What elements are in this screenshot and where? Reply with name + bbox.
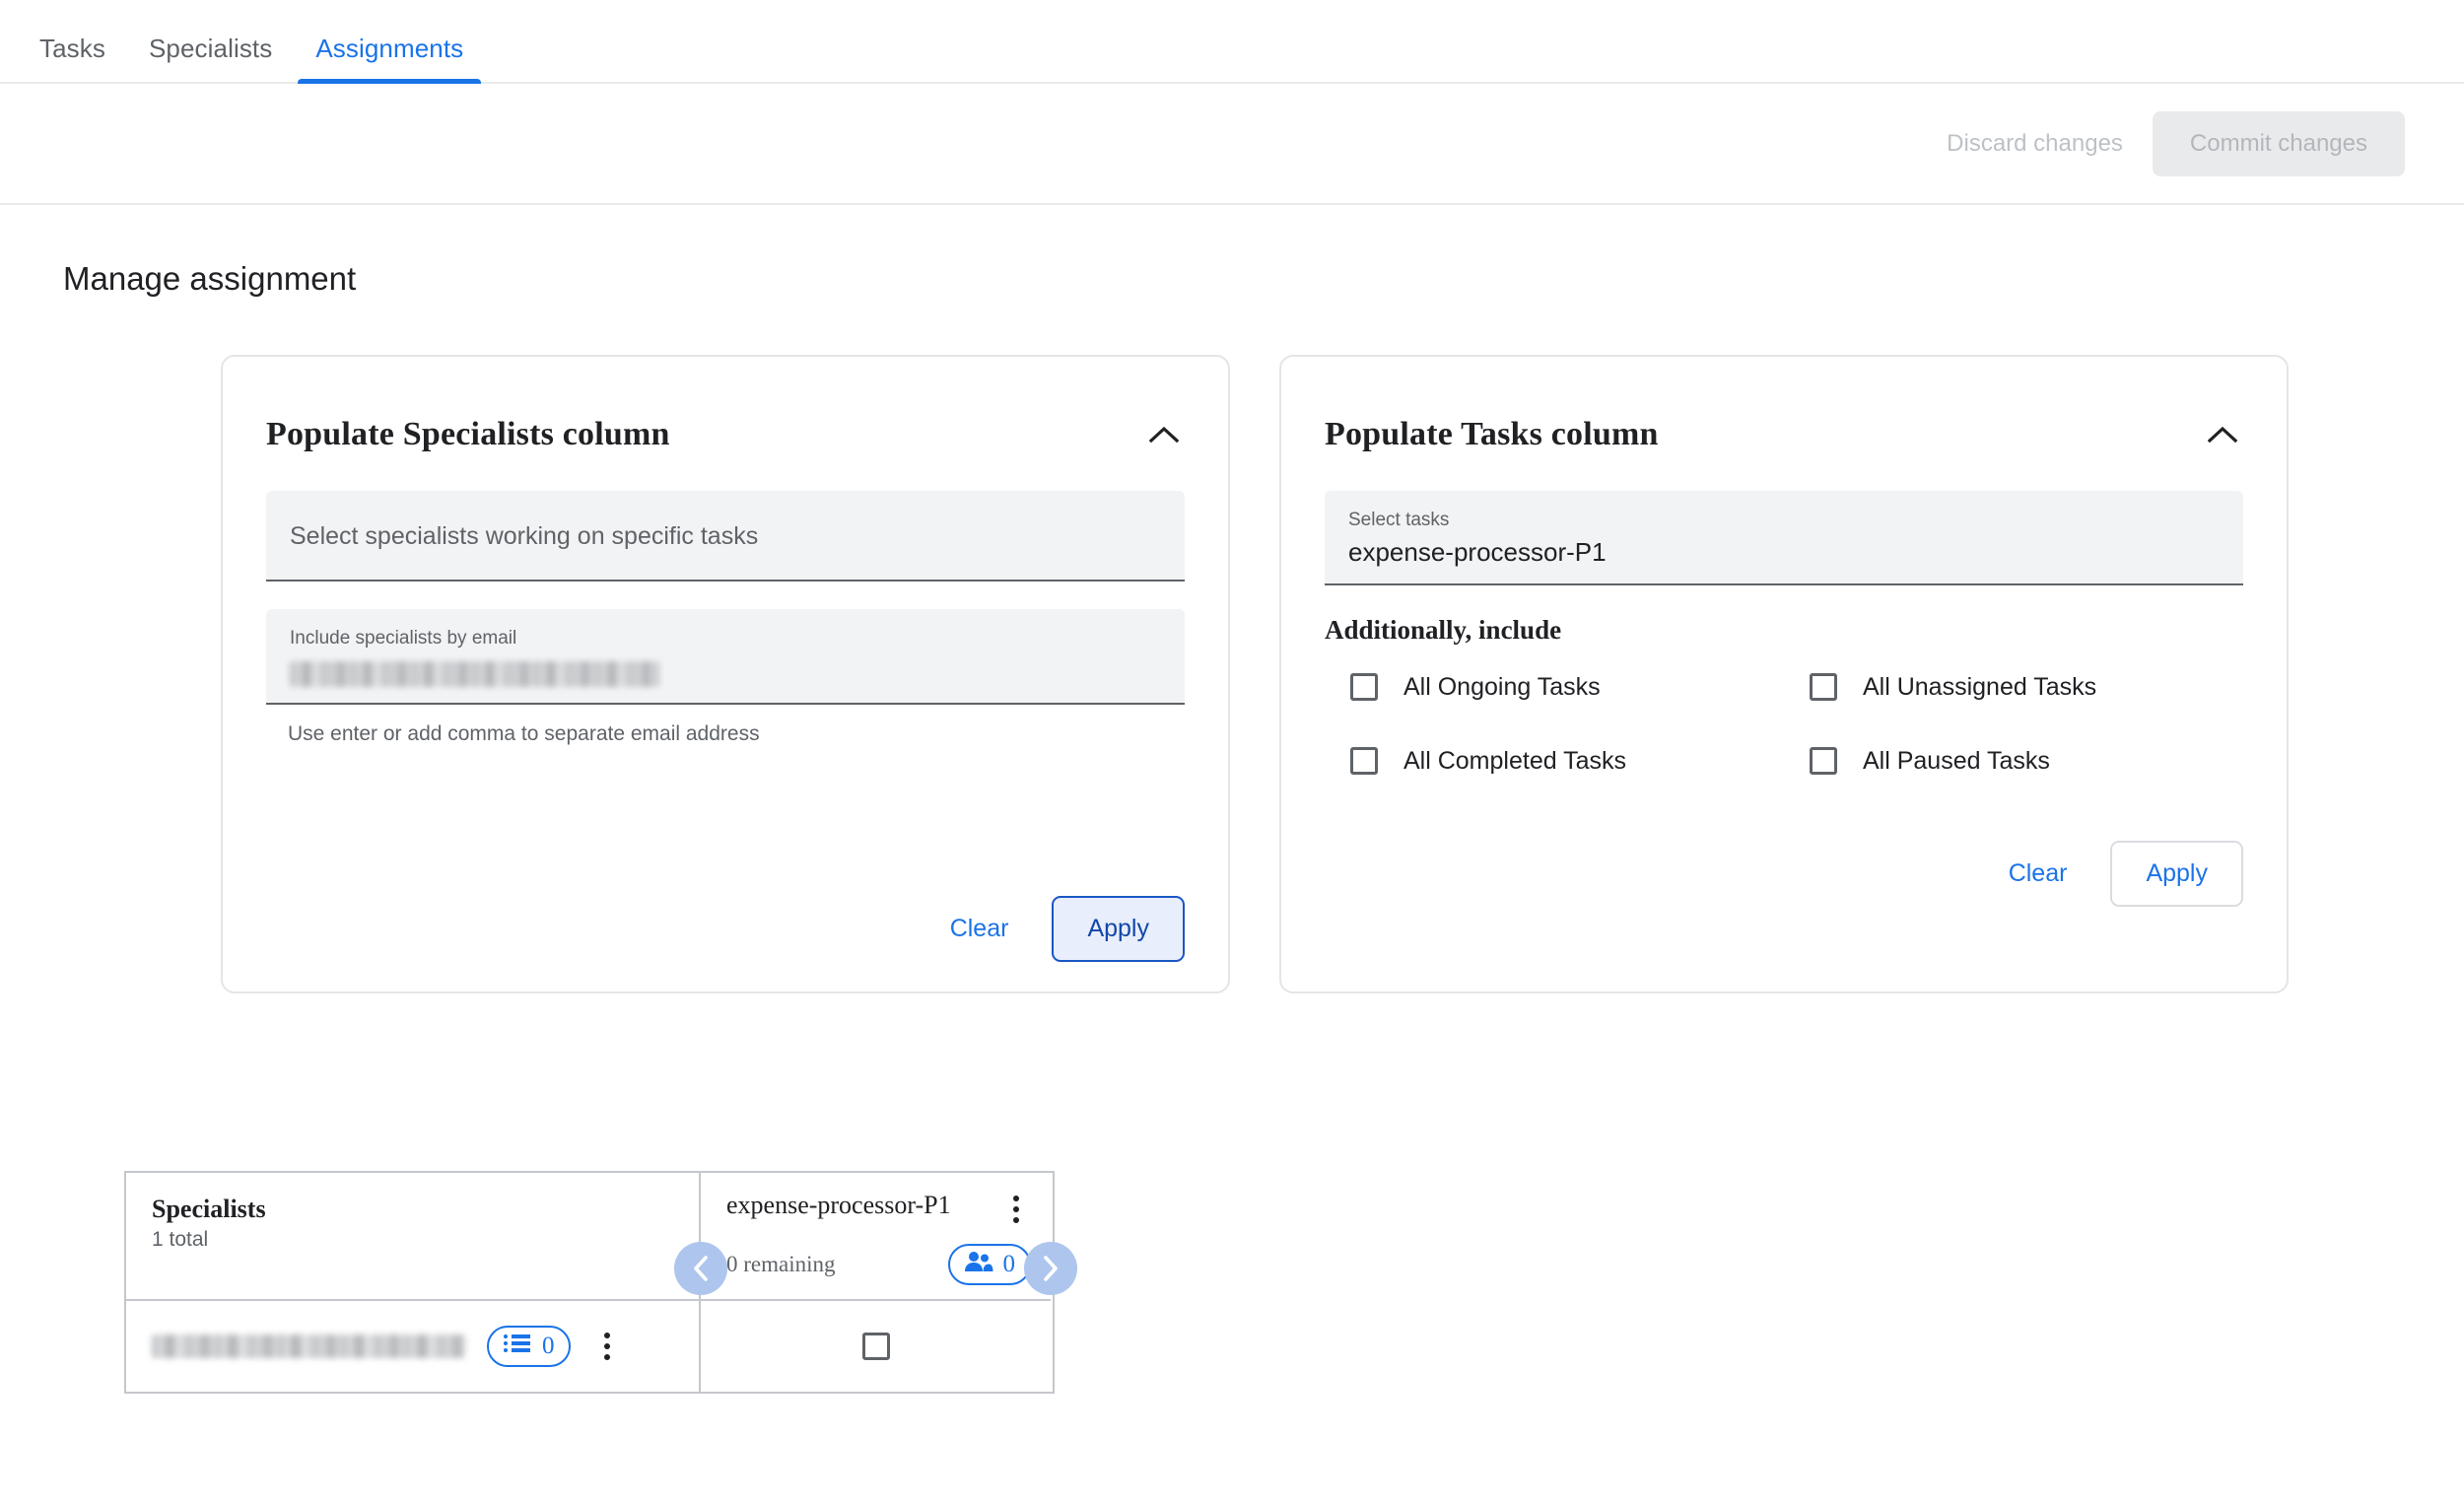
checkbox-icon[interactable] <box>1810 747 1837 776</box>
specialists-card-title: Populate Specialists column <box>266 416 670 452</box>
additional-task-filters: All Ongoing Tasks All Unassigned Tasks A… <box>1325 663 2243 786</box>
grid-cell-specialist-email: 0 <box>126 1298 701 1392</box>
redacted-specialist-email <box>152 1334 465 1358</box>
page-title: Manage assignment <box>63 260 357 297</box>
email-help-text: Use enter or add comma to separate email… <box>288 721 760 745</box>
grid-header-task-name: expense-processor-P1 <box>726 1190 951 1219</box>
commit-changes-button[interactable]: Commit changes <box>2152 110 2405 176</box>
chevron-up-icon[interactable] <box>2202 414 2243 455</box>
discard-changes-button[interactable]: Discard changes <box>1925 114 2145 173</box>
more-vertical-icon[interactable] <box>592 1328 622 1365</box>
more-vertical-icon[interactable] <box>1001 1191 1031 1228</box>
specialist-tasks-count: 0 <box>542 1332 555 1359</box>
checkbox-label: All Ongoing Tasks <box>1403 672 1601 701</box>
table-row: 0 <box>126 1298 1053 1392</box>
tab-tasks[interactable]: Tasks <box>18 34 127 82</box>
checkbox-icon[interactable] <box>1350 747 1378 776</box>
people-icon <box>964 1251 993 1277</box>
checkbox-all-ongoing-tasks[interactable]: All Ongoing Tasks <box>1325 663 1784 712</box>
tasks-apply-button[interactable]: Apply <box>2110 840 2243 907</box>
tasks-card-footer: Clear Apply <box>1325 786 2243 907</box>
checkbox-all-paused-tasks[interactable]: All Paused Tasks <box>1784 737 2243 786</box>
specialist-tasks-chip[interactable]: 0 <box>487 1325 571 1367</box>
checkbox-all-unassigned-tasks[interactable]: All Unassigned Tasks <box>1784 663 2243 712</box>
select-tasks-input[interactable]: Select tasks expense-processor-P1 <box>1325 491 2243 585</box>
select-tasks-label: Select tasks <box>1348 510 1450 530</box>
select-tasks-value: expense-processor-P1 <box>1348 536 1607 567</box>
checkbox-label: All Unassigned Tasks <box>1863 672 2097 701</box>
include-specialists-email-label: Include specialists by email <box>290 628 517 649</box>
checkbox-label: All Completed Tasks <box>1403 746 1627 775</box>
grid-header-task-bottom: 0 remaining 0 <box>726 1243 1031 1299</box>
checkbox-icon[interactable] <box>861 1332 890 1360</box>
tasks-card-title: Populate Tasks column <box>1325 416 1659 452</box>
include-specialists-email-input[interactable]: Include specialists by email <box>266 609 1185 705</box>
tasks-clear-button[interactable]: Clear <box>1991 844 2086 904</box>
redacted-email-value <box>290 660 659 687</box>
grid-header-row: Specialists 1 total expense-processor-P1… <box>126 1172 1053 1299</box>
action-bar: Discard changes Commit changes <box>0 84 2464 205</box>
specialists-card-header: Populate Specialists column <box>266 400 1185 491</box>
assigned-people-chip[interactable]: 0 <box>947 1243 1031 1285</box>
assigned-people-count: 0 <box>1002 1250 1016 1277</box>
chevron-right-icon[interactable] <box>1024 1241 1077 1295</box>
populate-tasks-card: Populate Tasks column Select tasks expen… <box>1279 355 2289 993</box>
tab-assignments[interactable]: Assignments <box>294 34 485 84</box>
chevron-left-icon[interactable] <box>674 1241 727 1295</box>
specialists-card-footer: Clear Apply <box>266 841 1185 962</box>
primary-tab-bar: Tasks Specialists Assignments <box>0 0 2464 84</box>
grid-header-subtitle: 1 total <box>152 1227 209 1251</box>
grid-cell-assignment-checkbox[interactable] <box>701 1298 1051 1392</box>
select-specialists-placeholder: Select specialists working on specific t… <box>290 521 759 550</box>
assignment-grid-wrapper: Specialists 1 total expense-processor-P1… <box>0 993 2464 1394</box>
grid-header-remaining: 0 remaining <box>726 1251 836 1276</box>
checkbox-icon[interactable] <box>1810 673 1837 702</box>
additionally-include-heading: Additionally, include <box>1325 614 1562 645</box>
tasks-card-header: Populate Tasks column <box>1325 400 2243 491</box>
tab-specialists[interactable]: Specialists <box>127 34 294 82</box>
list-icon <box>503 1333 532 1359</box>
grid-header-title: Specialists <box>152 1194 266 1223</box>
grid-header-task-column: expense-processor-P1 0 remaining 0 <box>701 1173 1051 1299</box>
populate-specialists-card: Populate Specialists column Select speci… <box>221 355 1230 993</box>
assignment-grid: Specialists 1 total expense-processor-P1… <box>124 1170 1077 1394</box>
grid-header-specialists: Specialists 1 total <box>126 1172 701 1299</box>
grid-header-task-top: expense-processor-P1 <box>726 1191 1031 1228</box>
assignment-cards-container: Populate Specialists column Select speci… <box>0 298 2464 993</box>
select-specialists-input[interactable]: Select specialists working on specific t… <box>266 491 1185 581</box>
checkbox-label: All Paused Tasks <box>1863 746 2050 775</box>
specialists-apply-button[interactable]: Apply <box>1052 895 1185 962</box>
checkbox-icon[interactable] <box>1350 673 1378 702</box>
checkbox-all-completed-tasks[interactable]: All Completed Tasks <box>1325 737 1784 786</box>
specialists-clear-button[interactable]: Clear <box>932 899 1027 959</box>
chevron-up-icon[interactable] <box>1143 414 1185 455</box>
